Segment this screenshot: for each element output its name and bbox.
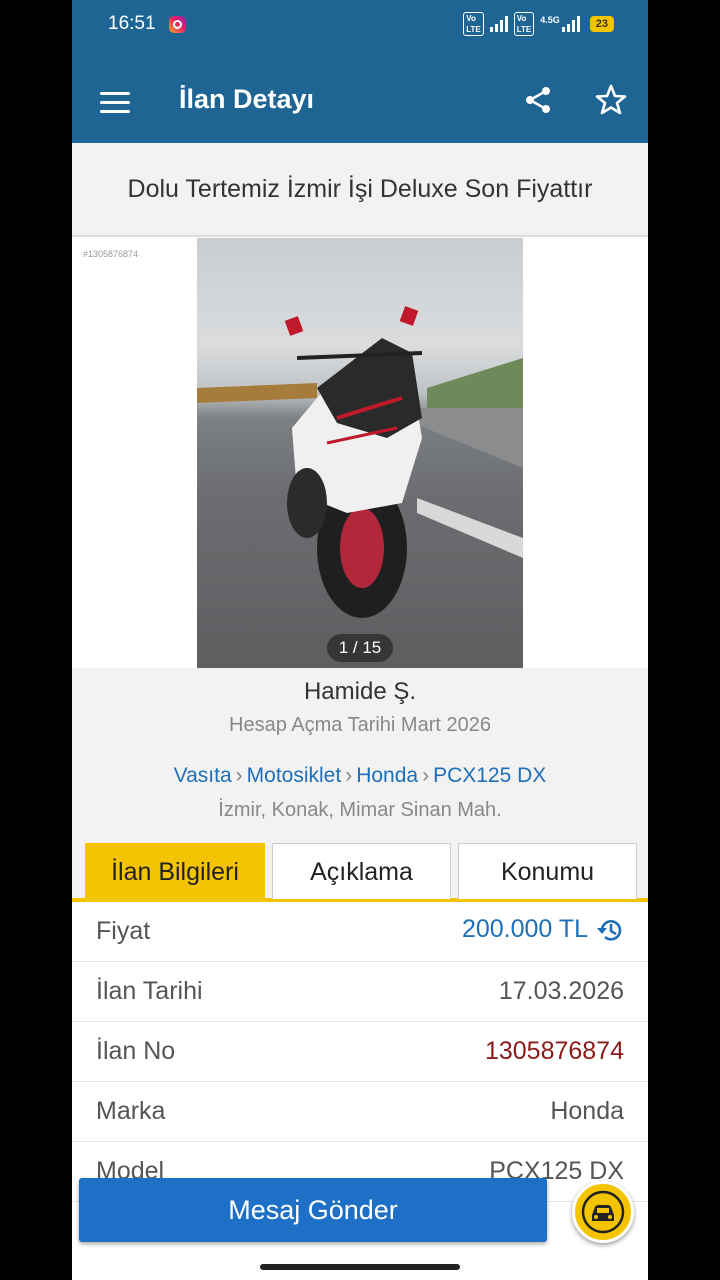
listing-photo[interactable]: [197, 238, 523, 668]
info-value: Honda: [550, 1097, 624, 1125]
breadcrumb-vasita[interactable]: Vasıta: [174, 764, 232, 787]
ad-id-watermark: #1305876874: [83, 249, 139, 259]
breadcrumb-honda[interactable]: Honda: [356, 764, 418, 787]
volte-icon-2: Vo LTE: [513, 12, 535, 36]
tab-ilan-bilgileri[interactable]: İlan Bilgileri: [85, 843, 265, 899]
scooter-photo-illustration: [197, 306, 523, 618]
seller-name[interactable]: Hamide Ş.: [72, 678, 648, 706]
battery-icon: 23: [589, 16, 614, 32]
hamburger-menu-icon[interactable]: [100, 92, 130, 114]
info-table: Fiyat 200.000 TL İlan Tarihi 17.03.2026 …: [72, 902, 648, 1202]
listing-title: Dolu Tertemiz İzmir İşi Deluxe Son Fiyat…: [72, 143, 648, 237]
network-type: 4.5G: [540, 15, 560, 25]
instagram-notification-icon: [169, 16, 186, 33]
info-key: İlan Tarihi: [96, 977, 203, 1005]
system-nav-bar: [72, 1254, 648, 1280]
price-history-icon[interactable]: [596, 916, 624, 944]
signal-icon-2: [561, 16, 580, 32]
breadcrumb-motosiklet[interactable]: Motosiklet: [247, 764, 342, 787]
info-key: İlan No: [96, 1037, 176, 1065]
listing-location: İzmir, Konak, Mimar Sinan Mah.: [218, 799, 502, 821]
info-row-date: İlan Tarihi 17.03.2026: [72, 962, 648, 1022]
home-gesture-handle[interactable]: [260, 1264, 460, 1270]
detail-tabs: İlan Bilgileri Açıklama Konumu: [72, 840, 648, 902]
breadcrumb-model[interactable]: PCX125 DX: [433, 764, 546, 787]
info-row-price: Fiyat 200.000 TL: [72, 902, 648, 962]
status-indicators: Vo LTE Vo LTE 4.5G 23: [463, 11, 614, 37]
send-message-button[interactable]: Mesaj Gönder: [79, 1178, 547, 1242]
info-value: 1305876874: [484, 1037, 624, 1065]
info-row-brand: Marka Honda: [72, 1082, 648, 1142]
app-screen: 16:51 Vo LTE Vo LTE 4.5G 23 İlan Detayı Do…: [72, 0, 648, 1280]
price-text: 200.000 TL: [461, 915, 588, 943]
price-value[interactable]: 200.000 TL: [462, 915, 624, 944]
favorite-star-icon[interactable]: [594, 83, 628, 117]
volte-icon: Vo LTE: [463, 12, 484, 36]
seller-account-date: Hesap Açma Tarihi Mart 2026: [229, 714, 491, 736]
signal-icon: [489, 16, 508, 32]
status-bar: 16:51 Vo LTE Vo LTE 4.5G 23: [72, 0, 648, 50]
seller-section: Hamide Ş. Hesap Açma Tarihi Mart 2026 Va…: [72, 668, 648, 840]
info-row-ad-no: İlan No 1305876874: [72, 1022, 648, 1082]
car-icon: [581, 1190, 625, 1234]
page-title: İlan Detayı: [179, 84, 315, 114]
info-key: Marka: [96, 1097, 166, 1125]
car-action-button[interactable]: [572, 1181, 634, 1243]
app-bar: İlan Detayı: [72, 50, 648, 143]
photo-counter: 1 / 15: [327, 634, 393, 662]
info-value: 17.03.2026: [498, 977, 624, 1005]
info-key: Fiyat: [96, 917, 151, 945]
photo-gallery[interactable]: #1305876874 1 / 15: [72, 238, 648, 668]
tab-aciklama[interactable]: Açıklama: [272, 843, 451, 899]
share-icon[interactable]: [522, 84, 554, 116]
breadcrumb: Vasıta › Motosiklet › Honda › PCX125 DX: [72, 764, 648, 788]
status-time: 16:51: [108, 13, 156, 34]
breadcrumb-separator: ›: [235, 764, 243, 787]
tab-konumu[interactable]: Konumu: [458, 843, 637, 899]
breadcrumb-separator: ›: [422, 764, 430, 787]
breadcrumb-separator: ›: [345, 764, 353, 787]
